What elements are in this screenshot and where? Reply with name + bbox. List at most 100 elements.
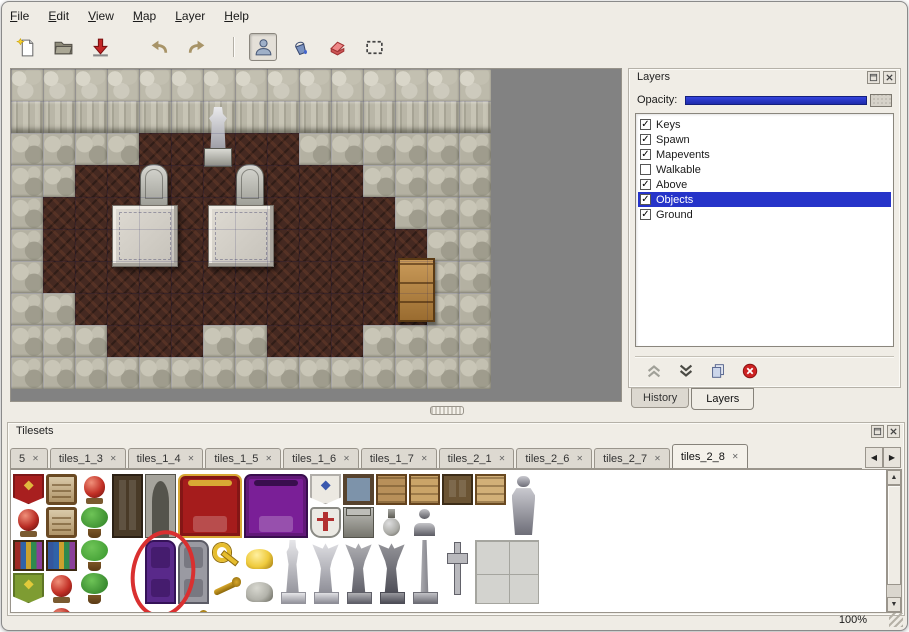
- close-panel-button[interactable]: [887, 425, 900, 438]
- tileset-tile-cross[interactable]: [442, 540, 473, 604]
- tileset-tile-frame[interactable]: [343, 474, 374, 505]
- tileset-scrollbar[interactable]: ▲ ▼: [886, 470, 901, 612]
- tileset-tile-shield[interactable]: [310, 507, 341, 538]
- tileset-tab-tiles_2_1[interactable]: tiles_2_1✕: [439, 448, 515, 468]
- tileset-tile-plant[interactable]: [79, 507, 110, 538]
- menu-edit[interactable]: Edit: [48, 9, 69, 23]
- tileset-tile-bust[interactable]: [409, 507, 440, 538]
- float-panel-button[interactable]: [867, 71, 880, 84]
- tileset-tile-statue[interactable]: [277, 540, 308, 604]
- tileset-tile-pot[interactable]: [13, 507, 44, 538]
- tileset-tile-books[interactable]: [46, 540, 77, 571]
- tab-close-icon[interactable]: ✕: [188, 455, 195, 463]
- tileset-tile-gargoyle[interactable]: [310, 540, 341, 604]
- tileset-tile-pedestal[interactable]: [343, 507, 374, 538]
- tileset-tab-tiles_2_7[interactable]: tiles_2_7✕: [594, 448, 670, 468]
- dock-tab-history[interactable]: History: [631, 388, 689, 408]
- tab-scroll-left-button[interactable]: ◀: [865, 447, 883, 468]
- layer-checkbox[interactable]: ✓: [640, 149, 651, 160]
- layer-row-ground[interactable]: ✓Ground: [638, 207, 891, 222]
- tab-close-icon[interactable]: ✕: [32, 455, 39, 463]
- tileset-tile-arch[interactable]: [145, 474, 176, 538]
- open-folder-button[interactable]: [49, 33, 77, 61]
- layer-checkbox[interactable]: ✓: [640, 194, 651, 205]
- tab-close-icon[interactable]: ✕: [499, 455, 506, 463]
- delete-layer-button[interactable]: [739, 360, 761, 382]
- tileset-tile-horn[interactable]: [211, 573, 242, 604]
- tileset-tile-pot[interactable]: [46, 606, 77, 613]
- tileset-tile-banner[interactable]: [13, 573, 44, 604]
- resize-grip[interactable]: [889, 613, 903, 627]
- layer-row-walkable[interactable]: Walkable: [638, 162, 891, 177]
- eraser-tool-button[interactable]: [323, 33, 351, 61]
- map-viewport[interactable]: [10, 68, 622, 402]
- float-panel-button[interactable]: [871, 425, 884, 438]
- tileset-tab-tiles_1_5[interactable]: tiles_1_5✕: [205, 448, 281, 468]
- tileset-tab-tiles_1_3[interactable]: tiles_1_3✕: [50, 448, 126, 468]
- save-download-button[interactable]: [86, 33, 114, 61]
- tileset-tile-pot[interactable]: [46, 573, 77, 604]
- tileset-tile-rock[interactable]: [244, 573, 275, 604]
- layer-checkbox[interactable]: ✓: [640, 209, 651, 220]
- tileset-tab-tiles_1_6[interactable]: tiles_1_6✕: [283, 448, 359, 468]
- tileset-tab-tiles_2_8[interactable]: tiles_2_8✕: [672, 444, 748, 469]
- menu-file[interactable]: File: [10, 9, 29, 23]
- layer-row-objects[interactable]: ✓Objects: [638, 192, 891, 207]
- map-canvas[interactable]: [11, 69, 491, 389]
- tileset-tile-plant[interactable]: [79, 573, 110, 604]
- tileset-tile-gargoyle[interactable]: [343, 540, 374, 604]
- tileset-tile-pot[interactable]: [79, 474, 110, 505]
- tileset-tile-gold[interactable]: [244, 540, 275, 571]
- fill-tool-button[interactable]: [286, 33, 314, 61]
- layer-checkbox[interactable]: ✓: [640, 134, 651, 145]
- dock-tab-layers[interactable]: Layers: [691, 388, 754, 410]
- menu-help[interactable]: Help: [224, 9, 249, 23]
- layer-checkbox[interactable]: ✓: [640, 119, 651, 130]
- tileset-tile-crate[interactable]: [409, 474, 440, 505]
- tab-close-icon[interactable]: ✕: [576, 455, 583, 463]
- tileset-tile-door[interactable]: [178, 540, 209, 604]
- tileset-tile-armor[interactable]: [508, 474, 539, 538]
- tileset-tab-5[interactable]: 5✕: [10, 448, 48, 468]
- tileset-grid[interactable]: [11, 470, 886, 612]
- scroll-up-button[interactable]: ▲: [887, 470, 901, 485]
- layer-row-mapevents[interactable]: ✓Mapevents: [638, 147, 891, 162]
- tab-close-icon[interactable]: ✕: [654, 455, 661, 463]
- close-panel-button[interactable]: [883, 71, 896, 84]
- redo-button[interactable]: [182, 33, 210, 61]
- tileset-tile-gargoyle[interactable]: [376, 540, 407, 604]
- tileset-tab-tiles_1_7[interactable]: tiles_1_7✕: [361, 448, 437, 468]
- tileset-tile-loom[interactable]: [46, 474, 77, 505]
- tileset-tile-books[interactable]: [13, 540, 44, 571]
- tab-close-icon[interactable]: ✕: [265, 455, 272, 463]
- tileset-tile-key[interactable]: [211, 540, 242, 571]
- layer-row-above[interactable]: ✓Above: [638, 177, 891, 192]
- tileset-tile-banner[interactable]: [310, 474, 341, 505]
- tileset-tile-crate[interactable]: [376, 474, 407, 505]
- undo-button[interactable]: [145, 33, 173, 61]
- layer-checkbox[interactable]: [640, 164, 651, 175]
- tab-close-icon[interactable]: ✕: [343, 455, 350, 463]
- opacity-slider-handle[interactable]: [870, 94, 892, 107]
- splitter-grip[interactable]: [430, 406, 464, 415]
- menu-map[interactable]: Map: [133, 9, 156, 23]
- tileset-tile-banner[interactable]: [13, 474, 44, 505]
- layer-row-keys[interactable]: ✓Keys: [638, 117, 891, 132]
- tileset-tile-door[interactable]: [145, 540, 176, 604]
- tileset-tile-floor[interactable]: [475, 540, 539, 604]
- tileset-tile-wardrobe[interactable]: [112, 474, 143, 538]
- tileset-tile-obelisk[interactable]: [409, 540, 440, 604]
- tab-close-icon[interactable]: ✕: [732, 453, 739, 461]
- tileset-tile-wardrobe[interactable]: [442, 474, 473, 505]
- tab-scroll-right-button[interactable]: ▶: [883, 447, 901, 468]
- tab-close-icon[interactable]: ✕: [421, 455, 428, 463]
- menu-view[interactable]: View: [88, 9, 114, 23]
- stamp-tool-button[interactable]: [249, 33, 277, 61]
- opacity-slider[interactable]: [685, 94, 892, 107]
- tileset-tile-throne[interactable]: [178, 474, 242, 538]
- menu-layer[interactable]: Layer: [175, 9, 205, 23]
- tileset-tile-horn[interactable]: [178, 606, 209, 613]
- duplicate-layer-button[interactable]: [707, 360, 729, 382]
- tileset-tile-crate[interactable]: [475, 474, 506, 505]
- tileset-tab-tiles_2_6[interactable]: tiles_2_6✕: [516, 448, 592, 468]
